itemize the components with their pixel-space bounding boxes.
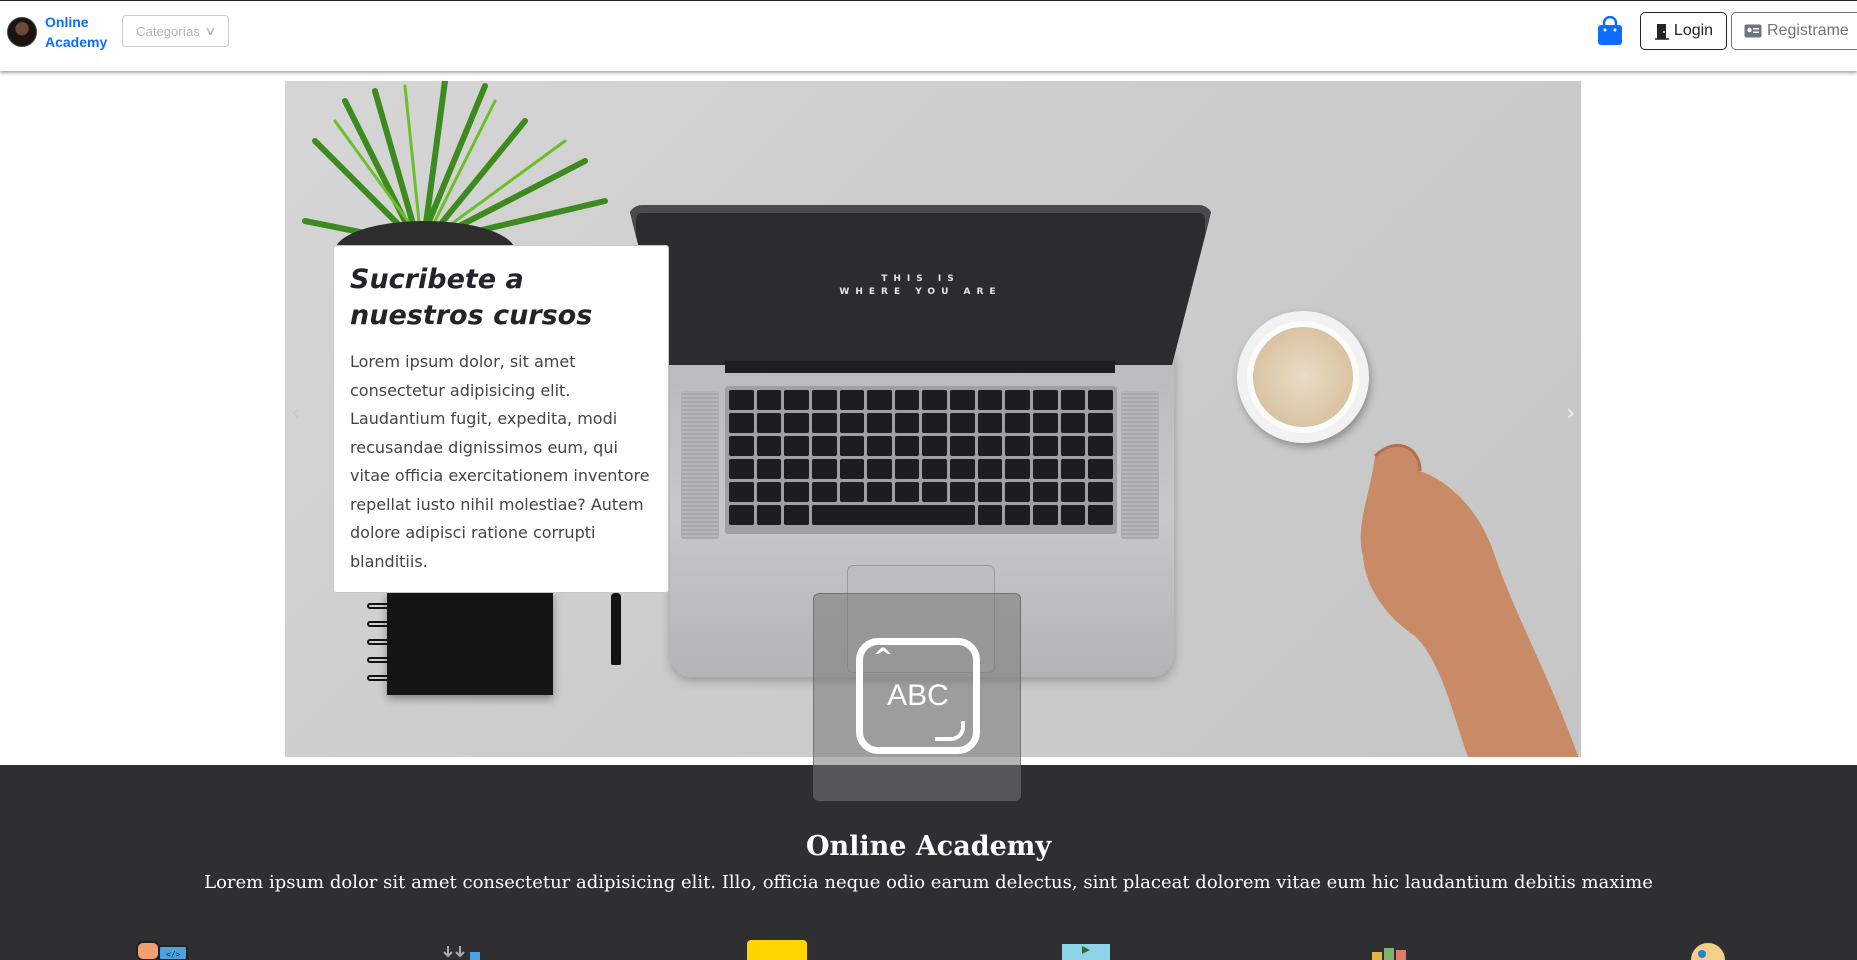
- chevron-left-icon[interactable]: ‹: [291, 401, 300, 426]
- pen-image: [611, 593, 621, 665]
- brand-logo-icon: [7, 17, 37, 47]
- input-method-overlay: ^ ABC: [813, 593, 1021, 801]
- chevron-down-icon: ∨: [204, 24, 217, 38]
- download-category-icon[interactable]: [440, 940, 496, 960]
- brand-name: Online Academy: [45, 12, 115, 52]
- laptop-speaker-right: [1121, 391, 1159, 539]
- travel-category-icon[interactable]: [1062, 940, 1118, 960]
- hand-image: [1360, 443, 1579, 757]
- chevron-right-icon[interactable]: ›: [1566, 401, 1575, 426]
- shopping-bag-icon[interactable]: [1596, 16, 1624, 46]
- screen-text-line1: THIS IS: [881, 274, 960, 284]
- register-label: Registrame: [1767, 22, 1849, 39]
- music-category-icon[interactable]: [1680, 940, 1736, 960]
- carousel-caption-card: Sucribete a nuestros cursos Lorem ipsum …: [333, 245, 669, 593]
- brand-link[interactable]: Online Academy: [7, 12, 115, 52]
- login-label: Login: [1673, 22, 1714, 39]
- design-category-icon[interactable]: [747, 940, 807, 960]
- business-category-icon[interactable]: [1370, 940, 1426, 960]
- categories-dropdown[interactable]: Categorías ∨: [122, 15, 229, 47]
- login-button[interactable]: Login: [1640, 12, 1727, 50]
- caption-title: Sucribete a nuestros cursos: [350, 264, 593, 331]
- navbar: Online Academy Categorías ∨ Login Regist…: [0, 0, 1857, 71]
- register-button[interactable]: Registrame: [1731, 12, 1857, 50]
- door-icon: [1654, 23, 1669, 40]
- categories-label: Categorías: [136, 23, 200, 39]
- input-method-label: ABC: [887, 679, 949, 712]
- laptop-speaker-left: [681, 391, 719, 539]
- notebook-image: [367, 591, 553, 695]
- about-title: Online Academy: [805, 831, 1052, 862]
- svg-text:</>: </>: [166, 950, 181, 959]
- about-subtitle: Lorem ipsum dolor sit amet consectetur a…: [204, 872, 1653, 893]
- keyboard-abc-icon: ^ ABC: [856, 638, 980, 754]
- id-card-icon: [1744, 24, 1762, 38]
- brand-name-line2: Academy: [45, 34, 108, 50]
- brand-name-line1: Online: [45, 14, 89, 30]
- coffee-image: [1247, 321, 1359, 433]
- laptop-keyboard: [725, 386, 1117, 534]
- category-icons-row: </>: [0, 940, 1857, 960]
- screen-text-line2: WHERE YOU ARE: [839, 287, 1002, 297]
- programming-category-icon[interactable]: </>: [135, 940, 191, 960]
- caption-text: Lorem ipsum dolor, sit amet consectetur …: [350, 352, 650, 571]
- laptop-screen: THIS IS WHERE YOU ARE: [628, 205, 1213, 365]
- laptop-hinge: [725, 361, 1115, 373]
